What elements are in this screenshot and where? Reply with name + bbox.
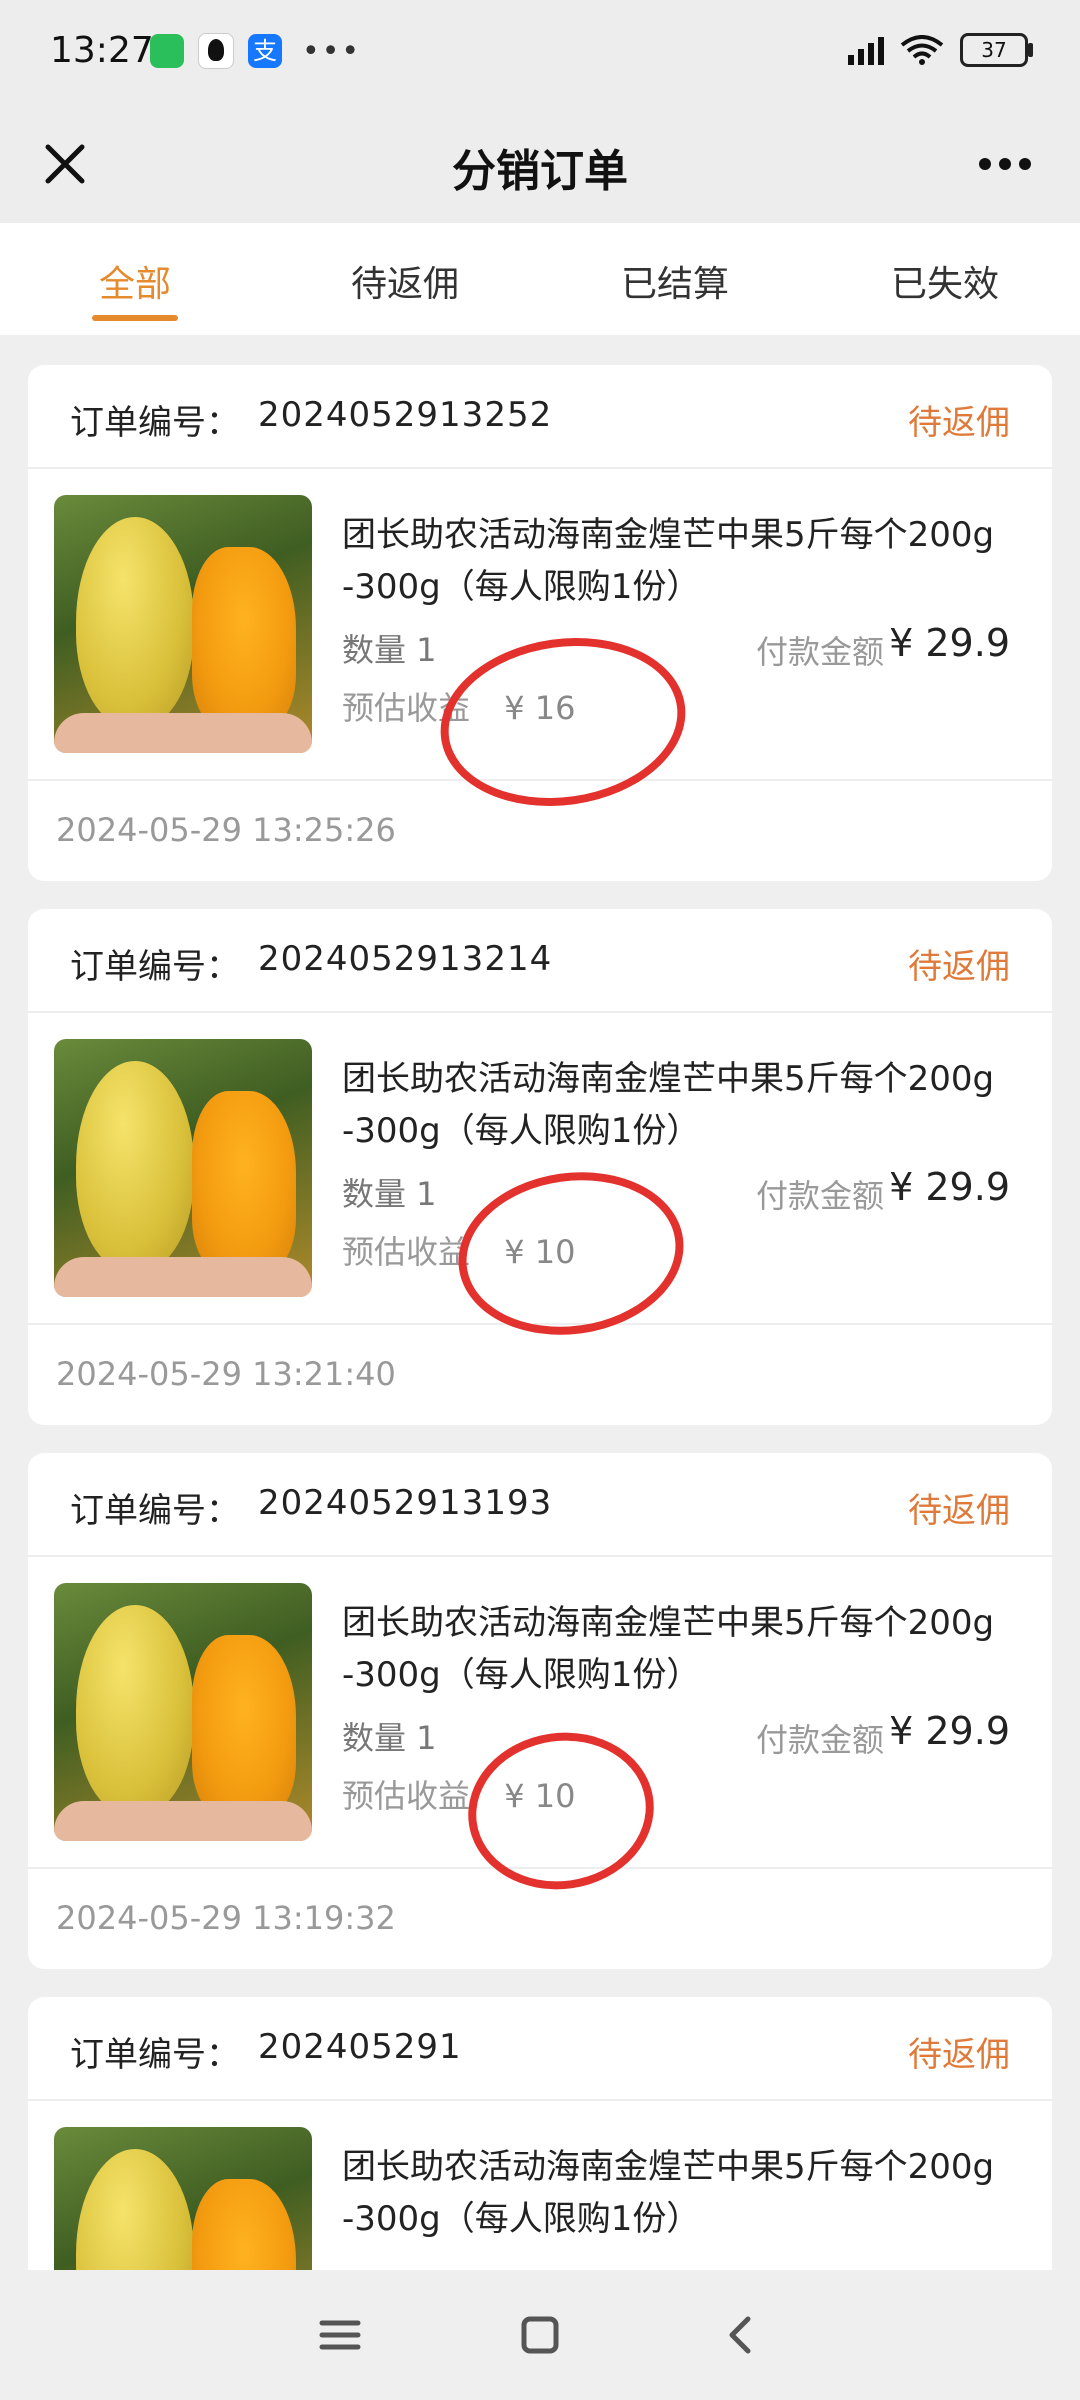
pay-amount: ¥ 29.9 <box>889 621 1010 665</box>
title-bar: 分销订单 <box>0 105 1080 223</box>
order-body: 团长助农活动海南金煌芒中果5斤每个200g -300g（每人限购1份） 数量 1… <box>28 1013 1052 1349</box>
system-icons: 37 <box>848 33 1033 67</box>
more-notifications-icon: ••• <box>302 33 362 69</box>
tab-settled[interactable]: 已结算 <box>540 223 810 335</box>
order-body: 团长助农活动海南金煌芒中果5斤每个200g -300g（每人限购1份） 数量 1… <box>28 469 1052 822</box>
pay-amount: ¥ 29.9 <box>889 1165 1010 1209</box>
menu-button[interactable] <box>310 2305 370 2365</box>
order-card[interactable]: 订单编号： 202405291 待返佣 团长助农活动海南金煌芒中果5斤每个200… <box>28 1997 1052 2283</box>
quantity: 数量 1 <box>342 631 437 669</box>
order-header: 订单编号： 202405291 待返佣 <box>28 1997 1052 2101</box>
pay-label: 付款金额 <box>755 1177 884 1215</box>
alipay-icon: 支 <box>248 34 282 68</box>
order-card[interactable]: 订单编号： 2024052913252 待返佣 团长助农活动海南金煌芒中果5斤每… <box>28 365 1052 881</box>
order-header: 订单编号： 2024052913193 待返佣 <box>28 1453 1052 1557</box>
pay-label: 付款金额 <box>755 1721 884 1759</box>
order-card[interactable]: 订单编号： 2024052913193 待返佣 团长助农活动海南金煌芒中果5斤每… <box>28 1453 1052 1969</box>
order-no: 2024052913214 <box>258 939 553 979</box>
order-no-label: 订单编号： <box>70 1491 240 1531</box>
pay-amount: ¥ 29.9 <box>889 1709 1010 1753</box>
home-button[interactable] <box>510 2305 570 2365</box>
product-image <box>54 1039 312 1297</box>
order-header: 订单编号： 2024052913252 待返佣 <box>28 365 1052 469</box>
more-icon <box>979 158 1031 170</box>
order-footer: 2024-05-29 13:21:40 <box>28 1325 1052 1425</box>
product-title: 团长助农活动海南金煌芒中果5斤每个200g -300g（每人限购1份） <box>342 2147 995 2239</box>
system-nav-bar <box>0 2270 1080 2400</box>
order-body: 团长助农活动海南金煌芒中果5斤每个200g -300g（每人限购1份） <box>28 2101 1052 2283</box>
order-no-label: 订单编号： <box>70 947 240 987</box>
order-body: 团长助农活动海南金煌芒中果5斤每个200g -300g（每人限购1份） 数量 1… <box>28 1557 1052 1902</box>
order-time: 2024-05-29 13:19:32 <box>56 1899 396 1937</box>
more-button[interactable] <box>960 129 1050 199</box>
tab-pending-commission[interactable]: 待返佣 <box>270 223 540 335</box>
order-status: 待返佣 <box>908 947 1010 987</box>
order-tabs: 全部 待返佣 已结算 已失效 <box>0 223 1080 335</box>
menu-icon <box>319 2320 361 2350</box>
order-no: 2024052913193 <box>258 1483 553 1523</box>
notification-icons: 支 ••• <box>150 33 361 69</box>
est-label: 预估收益 <box>342 1233 471 1271</box>
battery-icon: 37 <box>960 33 1033 67</box>
wifi-icon <box>900 35 944 65</box>
order-no: 202405291 <box>258 2027 462 2067</box>
product-title: 团长助农活动海南金煌芒中果5斤每个200g -300g（每人限购1份） <box>342 515 995 607</box>
product-image <box>54 2127 312 2283</box>
tab-expired[interactable]: 已失效 <box>810 223 1080 335</box>
signal-icon <box>848 35 884 65</box>
quantity: 数量 1 <box>342 1719 437 1757</box>
status-bar: 13:27 支 ••• 37 <box>0 0 1080 105</box>
order-footer: 2024-05-29 13:25:26 <box>28 781 1052 881</box>
product-image <box>54 495 312 753</box>
order-time: 2024-05-29 13:25:26 <box>56 811 396 849</box>
est-label: 预估收益 <box>342 1777 471 1815</box>
order-footer: 2024-05-29 13:19:32 <box>28 1869 1052 1969</box>
order-time: 2024-05-29 13:21:40 <box>56 1355 396 1393</box>
order-status: 待返佣 <box>908 1491 1010 1531</box>
quantity: 数量 1 <box>342 1175 437 1213</box>
qq-icon <box>198 33 234 69</box>
order-no-label: 订单编号： <box>70 2035 240 2075</box>
product-image <box>54 1583 312 1841</box>
status-time: 13:27 <box>50 30 154 71</box>
tab-all[interactable]: 全部 <box>0 223 270 335</box>
product-title: 团长助农活动海南金煌芒中果5斤每个200g -300g（每人限购1份） <box>342 1603 995 1695</box>
order-header: 订单编号： 2024052913214 待返佣 <box>28 909 1052 1013</box>
order-no-label: 订单编号： <box>70 403 240 443</box>
pay-label: 付款金额 <box>755 633 884 671</box>
wechat-icon <box>150 34 184 68</box>
order-status: 待返佣 <box>908 2035 1010 2075</box>
product-title: 团长助农活动海南金煌芒中果5斤每个200g -300g（每人限购1份） <box>342 1059 995 1151</box>
order-no: 2024052913252 <box>258 395 553 435</box>
red-annotation-circle <box>447 1158 695 1349</box>
page-title: 分销订单 <box>452 146 628 197</box>
home-icon <box>521 2316 559 2354</box>
order-list: 订单编号： 2024052913252 待返佣 团长助农活动海南金煌芒中果5斤每… <box>28 365 1052 2311</box>
back-button[interactable] <box>710 2305 770 2365</box>
order-card[interactable]: 订单编号： 2024052913214 待返佣 团长助农活动海南金煌芒中果5斤每… <box>28 909 1052 1425</box>
order-status: 待返佣 <box>908 403 1010 443</box>
back-icon <box>729 2316 751 2354</box>
